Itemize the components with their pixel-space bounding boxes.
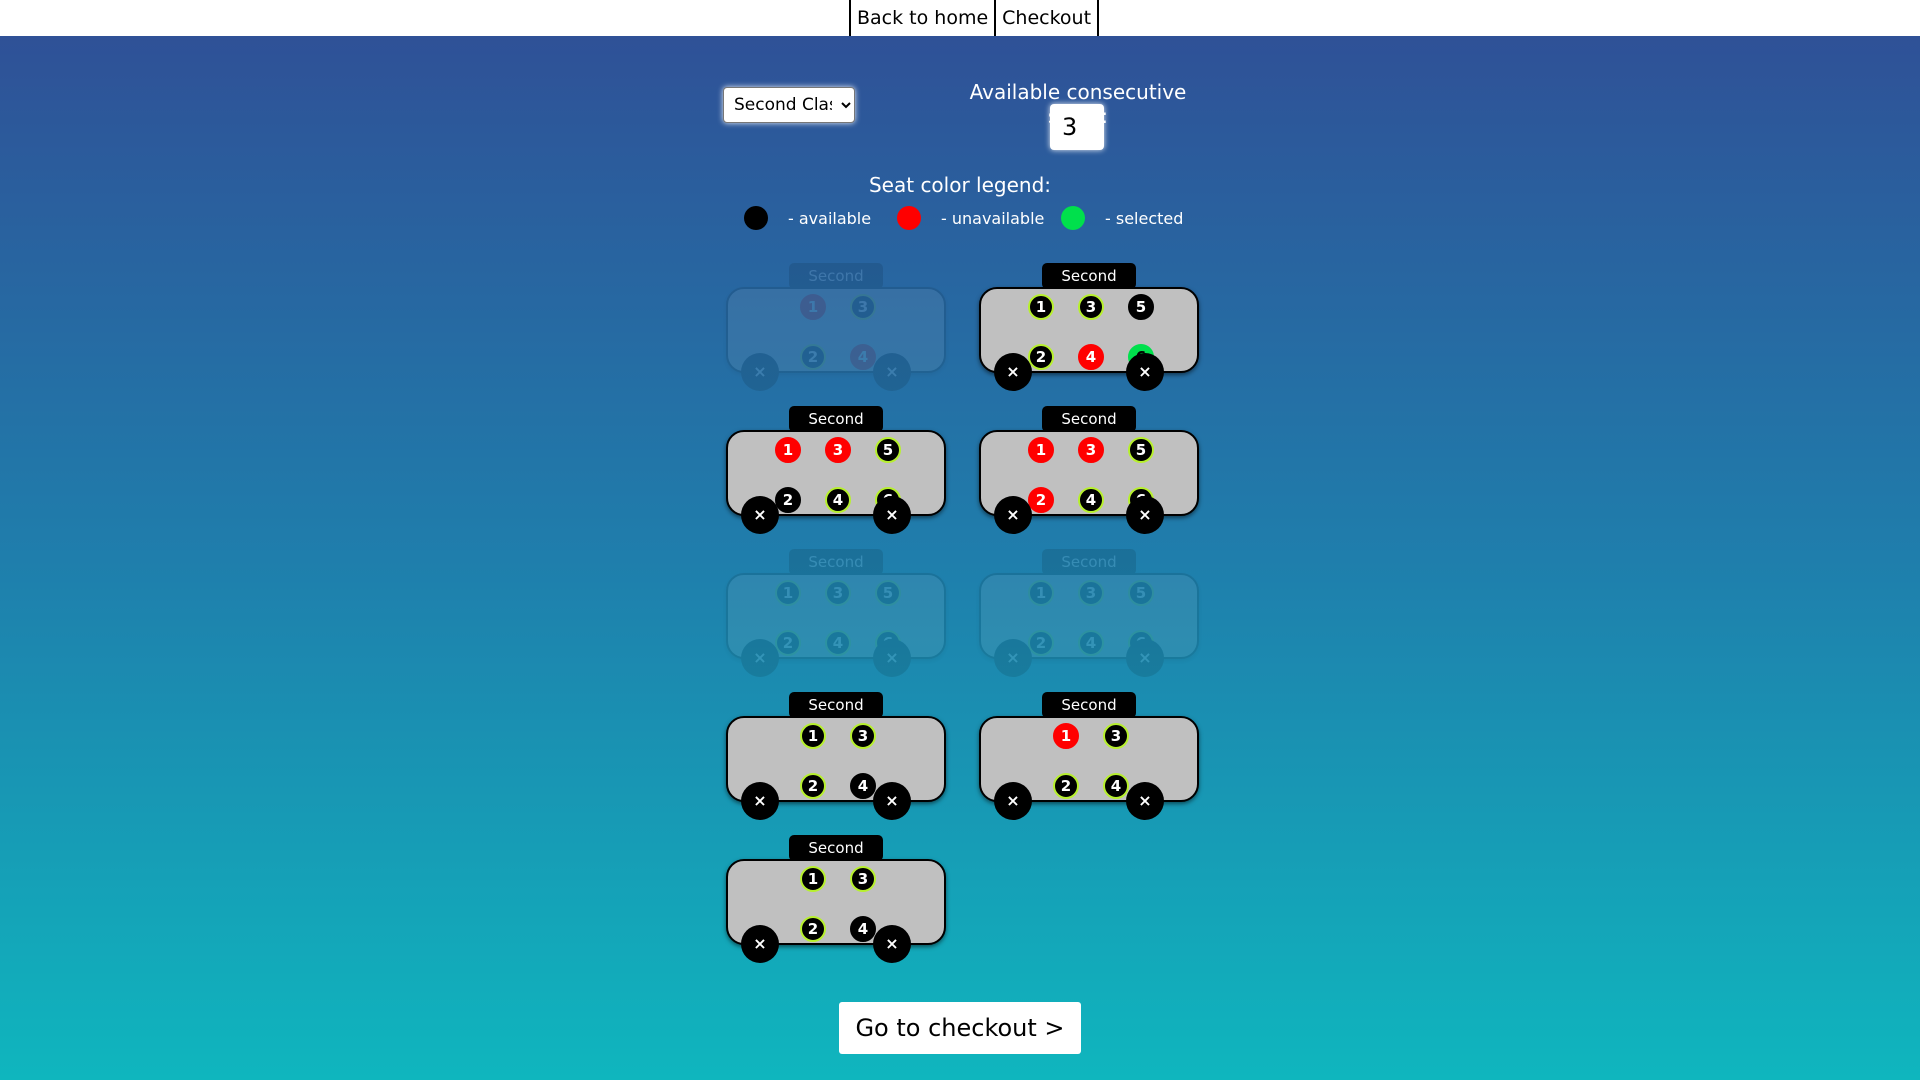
seat[interactable]: 1 <box>1028 294 1054 320</box>
car-class-label: Second Class <box>1042 692 1136 740</box>
car-class-label: Second Class <box>789 835 883 883</box>
seat[interactable]: 2 <box>800 344 826 370</box>
seat[interactable]: 1 <box>775 437 801 463</box>
car-class-label: Second Class <box>789 406 883 454</box>
remove-car-icon[interactable]: × <box>741 496 779 534</box>
seat[interactable]: 4 <box>850 344 876 370</box>
seat[interactable]: 4 <box>1078 487 1104 513</box>
seat[interactable]: 2 <box>775 487 801 513</box>
seat[interactable]: 1 <box>1028 437 1054 463</box>
checkout-link[interactable]: Checkout <box>994 0 1100 36</box>
seat[interactable]: 4 <box>1103 773 1129 799</box>
seat[interactable]: 3 <box>850 294 876 320</box>
remove-car-icon[interactable]: × <box>994 782 1032 820</box>
remove-car-icon[interactable]: × <box>994 639 1032 677</box>
seat[interactable]: 2 <box>800 916 826 942</box>
available-color-dot <box>744 206 768 230</box>
remove-car-icon[interactable]: × <box>741 353 779 391</box>
train-car: Second Class1324×× <box>979 692 1199 820</box>
seat[interactable]: 5 <box>875 437 901 463</box>
seat[interactable]: 4 <box>850 773 876 799</box>
seat[interactable]: 3 <box>850 866 876 892</box>
car-class-label: Second Class <box>1042 263 1136 311</box>
seat-selection-panel: Second Class Available consecutive seats… <box>0 36 1920 1080</box>
consecutive-seats-input[interactable] <box>1050 104 1104 150</box>
go-to-checkout-button[interactable]: Go to checkout > <box>839 1002 1081 1054</box>
remove-car-icon[interactable]: × <box>741 925 779 963</box>
seat[interactable]: 5 <box>875 580 901 606</box>
train-car: Second Class1324×× <box>726 835 946 963</box>
seat[interactable]: 3 <box>850 723 876 749</box>
car-class-label: Second Class <box>1042 406 1136 454</box>
seat[interactable]: 4 <box>1078 630 1104 656</box>
seat[interactable]: 3 <box>1078 580 1104 606</box>
train-car: Second Class135246×× <box>979 406 1199 534</box>
seat[interactable]: 5 <box>1128 580 1154 606</box>
nav-links: Back to home Checkout <box>849 0 1100 36</box>
train-car: Second Class135246×× <box>726 406 946 534</box>
top-nav-bar: Back to home Checkout <box>0 0 1920 36</box>
remove-car-icon[interactable]: × <box>1126 353 1164 391</box>
seat[interactable]: 2 <box>1053 773 1079 799</box>
class-select[interactable]: Second Class <box>723 87 855 123</box>
seat[interactable]: 4 <box>850 916 876 942</box>
seat[interactable]: 2 <box>1028 487 1054 513</box>
seat[interactable]: 3 <box>1078 437 1104 463</box>
seat[interactable]: 3 <box>825 580 851 606</box>
remove-car-icon[interactable]: × <box>873 639 911 677</box>
remove-car-icon[interactable]: × <box>741 639 779 677</box>
remove-car-icon[interactable]: × <box>994 496 1032 534</box>
remove-car-icon[interactable]: × <box>994 353 1032 391</box>
seat[interactable]: 5 <box>1128 437 1154 463</box>
seat[interactable]: 1 <box>1053 723 1079 749</box>
remove-car-icon[interactable]: × <box>873 496 911 534</box>
legend-item-unavailable: - unavailable <box>897 206 1044 230</box>
train-car: Second Class135246×× <box>979 549 1199 677</box>
legend-title: Seat color legend: <box>868 173 1052 197</box>
seat[interactable]: 4 <box>825 630 851 656</box>
car-class-label: Second Class <box>1042 549 1136 597</box>
seat[interactable]: 2 <box>775 630 801 656</box>
seat[interactable]: 2 <box>800 773 826 799</box>
train-car: Second Class135246×× <box>726 549 946 677</box>
legend-item-selected: - selected <box>1061 206 1183 230</box>
remove-car-icon[interactable]: × <box>873 353 911 391</box>
seat[interactable]: 3 <box>1078 294 1104 320</box>
legend-item-available: - available <box>744 206 871 230</box>
car-class-label: Second Class <box>789 692 883 740</box>
seat[interactable]: 1 <box>800 294 826 320</box>
seat[interactable]: 3 <box>825 437 851 463</box>
legend-label: - unavailable <box>941 208 1045 228</box>
train-car: Second Class1324×× <box>726 692 946 820</box>
car-class-label: Second Class <box>789 263 883 311</box>
seat[interactable]: 2 <box>1028 630 1054 656</box>
train-car: Second Class1324×× <box>726 263 946 391</box>
seat[interactable]: 2 <box>1028 344 1054 370</box>
train-car: Second Class135246×× <box>979 263 1199 391</box>
seat[interactable]: 1 <box>1028 580 1054 606</box>
remove-car-icon[interactable]: × <box>873 782 911 820</box>
remove-car-icon[interactable]: × <box>1126 782 1164 820</box>
selected-color-dot <box>1061 206 1085 230</box>
remove-car-icon[interactable]: × <box>873 925 911 963</box>
seat[interactable]: 1 <box>800 866 826 892</box>
remove-car-icon[interactable]: × <box>1126 639 1164 677</box>
legend-label: - selected <box>1105 208 1184 228</box>
seat[interactable]: 4 <box>825 487 851 513</box>
car-class-label: Second Class <box>789 549 883 597</box>
back-to-home-link[interactable]: Back to home <box>849 0 997 36</box>
seat[interactable]: 1 <box>800 723 826 749</box>
unavailable-color-dot <box>897 206 921 230</box>
legend-label: - available <box>788 208 872 228</box>
remove-car-icon[interactable]: × <box>741 782 779 820</box>
seat[interactable]: 5 <box>1128 294 1154 320</box>
seat[interactable]: 4 <box>1078 344 1104 370</box>
seat[interactable]: 3 <box>1103 723 1129 749</box>
seat[interactable]: 1 <box>775 580 801 606</box>
remove-car-icon[interactable]: × <box>1126 496 1164 534</box>
